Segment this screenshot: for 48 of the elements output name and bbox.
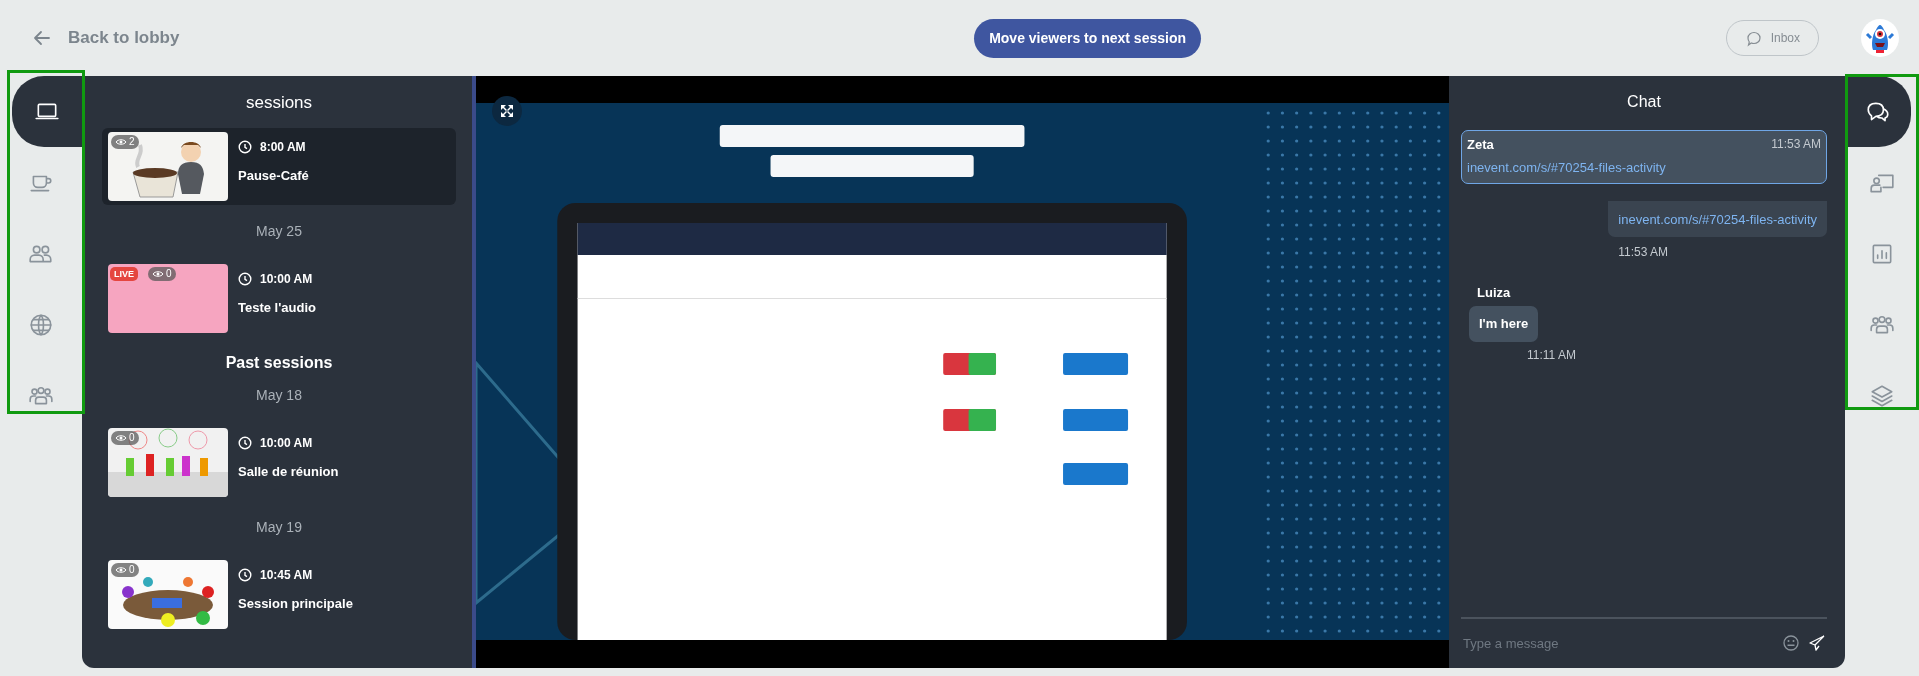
message-time: 11:53 AM: [1618, 243, 1670, 261]
date-label: May 19: [255, 517, 303, 537]
message-time: 11:53 AM: [1771, 136, 1821, 153]
expand-icon: [499, 103, 515, 119]
move-viewers-button[interactable]: Move viewers to next session: [974, 18, 1201, 58]
emoji-icon: [1783, 635, 1799, 652]
clock-icon: [238, 271, 252, 286]
session-name: Session principale: [238, 594, 353, 613]
globe-icon: [28, 311, 54, 338]
session-item[interactable]: 2 8:00 AM Pause-Café: [102, 127, 456, 205]
clock-icon: [238, 435, 252, 450]
clock-icon: [238, 567, 252, 582]
message-link[interactable]: inevent.com/s/#70254-files-activity: [1467, 159, 1666, 175]
message-link[interactable]: inevent.com/s/#70254-files-activity: [1618, 211, 1817, 227]
date-label: May 25: [255, 221, 303, 241]
message-input[interactable]: Type a message: [1461, 632, 1773, 654]
eye-icon: [115, 564, 127, 575]
expand-button[interactable]: [492, 96, 522, 126]
message-time: 11:11 AM: [1527, 346, 1576, 364]
session-name: Pause-Café: [238, 166, 309, 185]
session-item[interactable]: LIVE 0 10:00 AM Teste l'audio: [102, 259, 456, 337]
session-time: 8:00 AM: [260, 138, 306, 156]
sender-name: Luiza: [1477, 283, 1511, 302]
session-item[interactable]: 0 10:00 AM Salle de réunion: [102, 423, 456, 501]
rail-tab[interactable]: [12, 76, 82, 147]
clock-icon: [238, 139, 252, 154]
session-time: 10:45 AM: [260, 566, 313, 584]
rail-tab[interactable]: [1845, 76, 1911, 147]
chat-bubble: I'm here: [1469, 306, 1539, 342]
eye-icon: [115, 432, 127, 443]
section-heading: Past sessions: [224, 352, 334, 373]
session-time: 10:00 AM: [260, 270, 313, 288]
sender-name: Zeta: [1467, 136, 1494, 154]
session-item[interactable]: 0 10:45 AM Session principale: [102, 555, 456, 633]
session-name: Teste l'audio: [238, 298, 316, 317]
send-icon: [1809, 635, 1825, 652]
date-label: May 18: [255, 385, 303, 405]
eye-icon: [115, 136, 127, 147]
eye-icon: [152, 268, 164, 279]
panel-title: sessions: [244, 92, 314, 114]
panel-title: Chat: [1626, 92, 1662, 112]
back-arrow-icon: [32, 28, 52, 48]
send-button[interactable]: [1809, 635, 1825, 652]
session-name: Salle de réunion: [238, 462, 339, 481]
avatar-icon: [1861, 19, 1899, 57]
emoji-button[interactable]: [1783, 635, 1799, 652]
chat-bubble-icon: [1744, 29, 1763, 47]
session-time: 10:00 AM: [260, 434, 313, 452]
